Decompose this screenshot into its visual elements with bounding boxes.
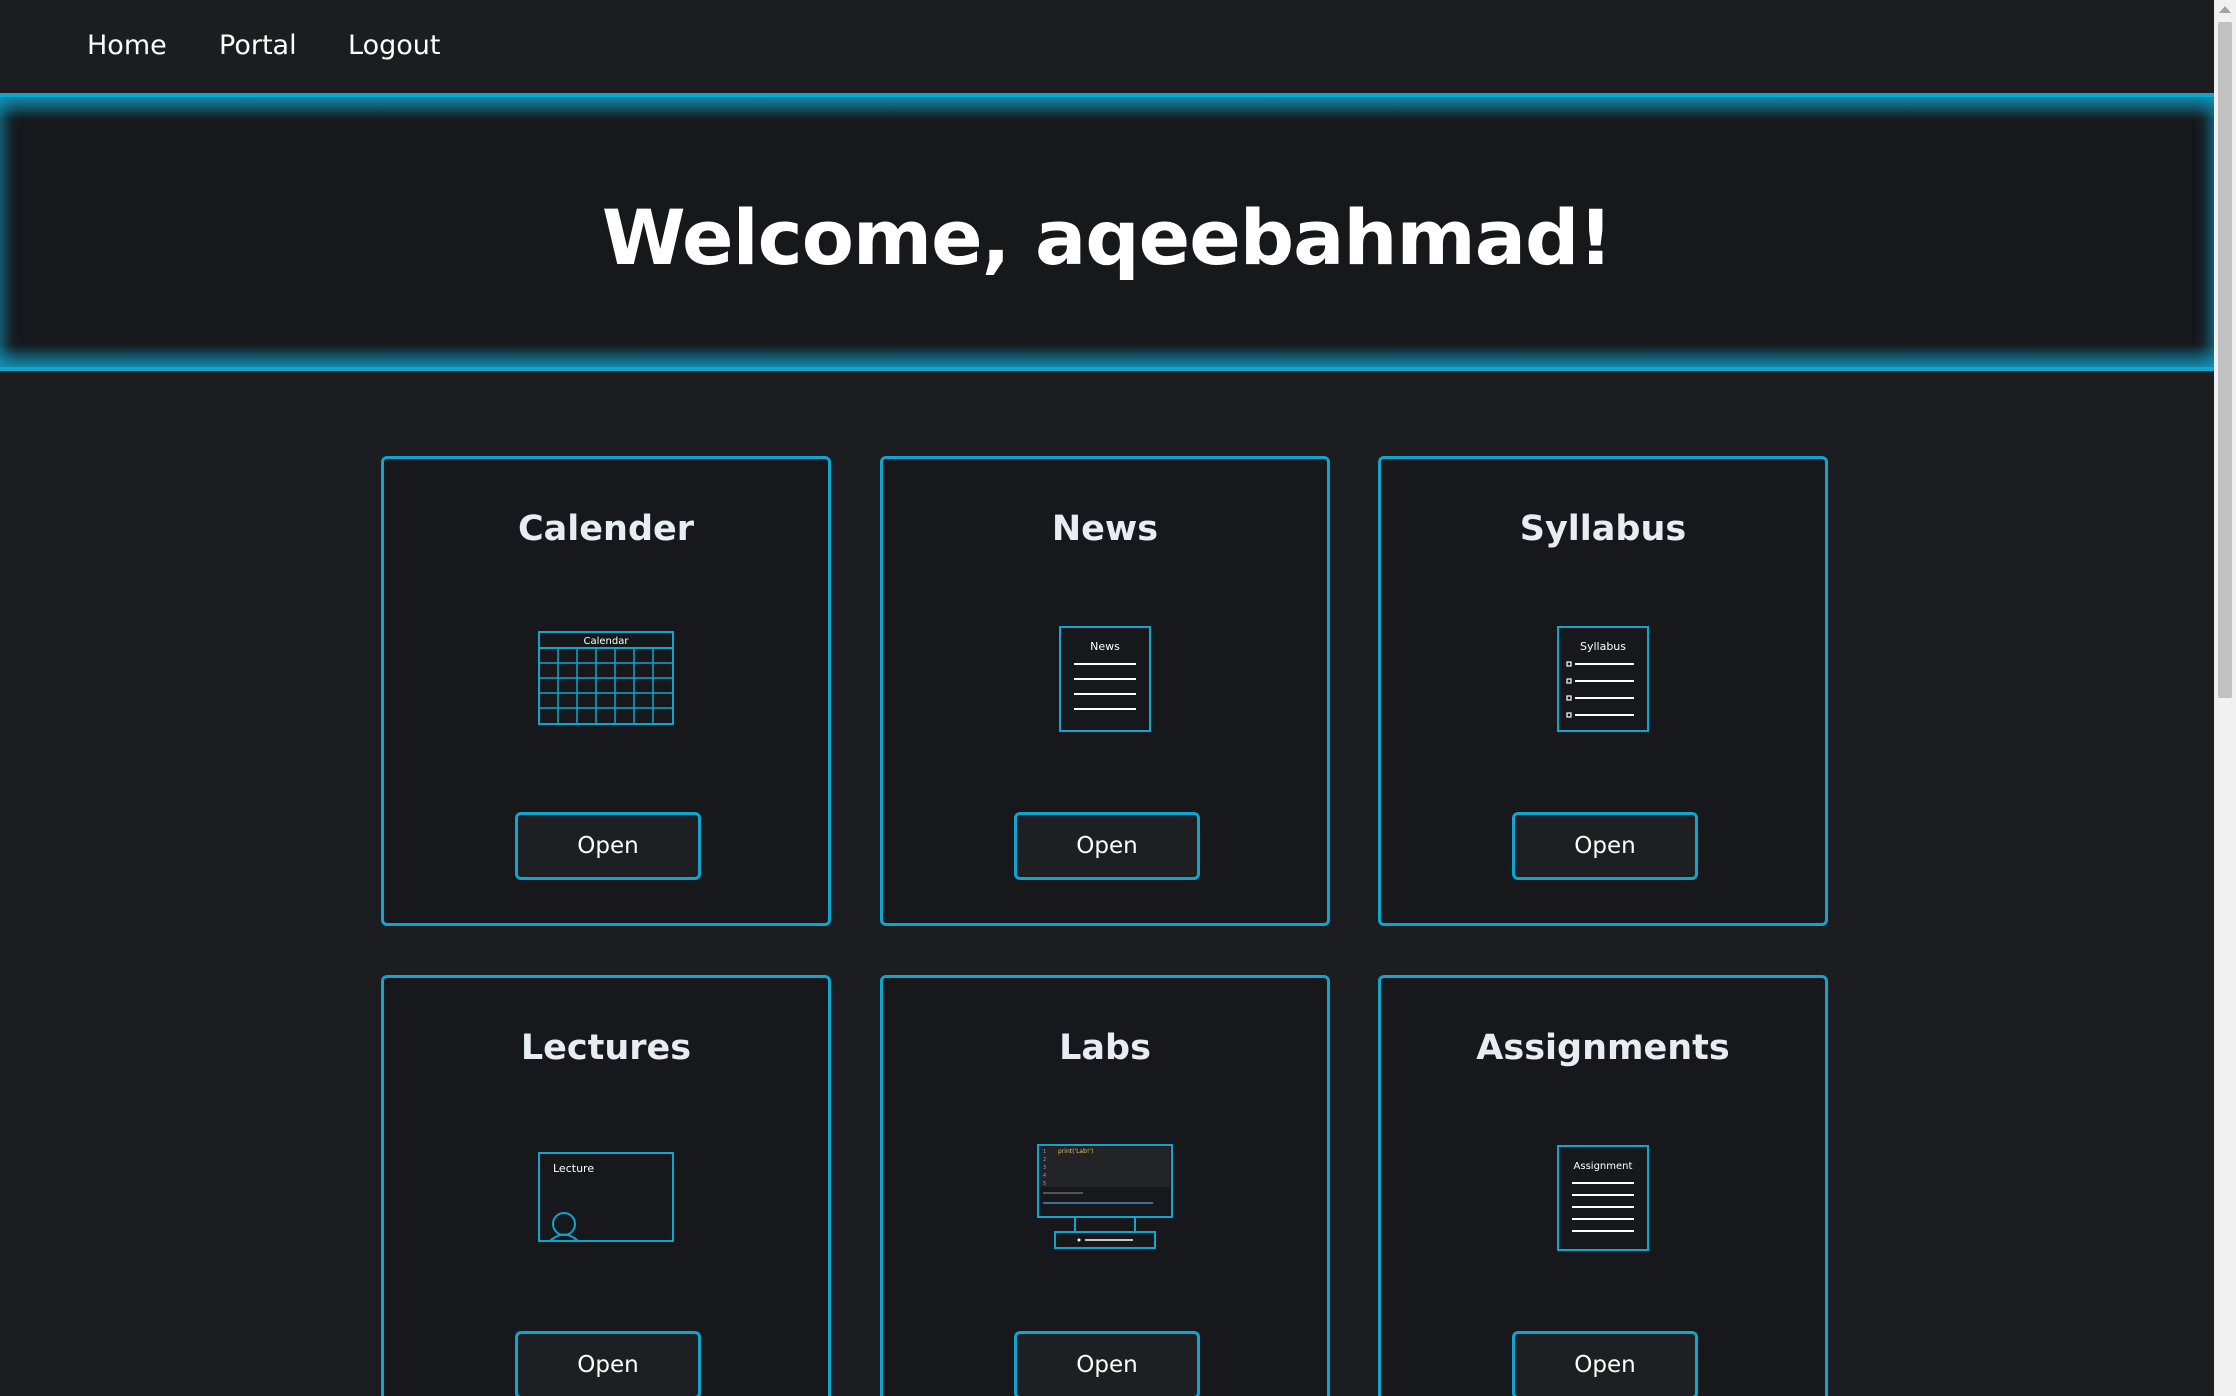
card-syllabus: Syllabus Syllabus Open — [1378, 456, 1828, 926]
svg-text:2: 2 — [1043, 1157, 1046, 1163]
card-title: News — [1051, 509, 1159, 549]
lab-monitor-icon: 1 2 3 4 5 print('Lab!') — [883, 1138, 1327, 1258]
lecture-icon-label: Lecture — [553, 1162, 594, 1175]
lab-code-snippet: print('Lab!') — [1058, 1148, 1093, 1155]
scroll-up-arrow-icon[interactable] — [2219, 6, 2231, 13]
lecture-icon: Lecture — [384, 1138, 828, 1258]
nav-portal-link[interactable]: Portal — [219, 30, 297, 61]
news-icon: News — [883, 619, 1327, 739]
card-news: News News Open — [880, 456, 1330, 926]
card-calender: Calender Calendar Open — [381, 456, 831, 926]
card-title: Calender — [517, 509, 694, 549]
syllabus-icon: Syllabus — [1381, 619, 1825, 739]
card-title: Labs — [1059, 1028, 1151, 1068]
calendar-icon-label: Calendar — [584, 636, 630, 647]
nav-logout-link[interactable]: Logout — [348, 30, 440, 61]
calendar-icon: Calendar — [384, 619, 828, 739]
page: Home Portal Logout Welcome, aqeebahmad! … — [0, 0, 2236, 1396]
banner-glow-top — [0, 97, 2214, 119]
page-scrollbar[interactable] — [2214, 0, 2236, 1396]
assignment-icon-label: Assignment — [1574, 1161, 1633, 1172]
welcome-heading: Welcome, aqeebahmad! — [601, 193, 1613, 282]
card-assignments: Assignments Assignment Open — [1378, 975, 1828, 1396]
svg-text:3: 3 — [1043, 1165, 1046, 1171]
card-labs: Labs 1 2 3 4 5 print('Lab!') Open — [880, 975, 1330, 1396]
open-syllabus-button[interactable]: Open — [1512, 812, 1698, 880]
svg-text:1: 1 — [1043, 1149, 1046, 1155]
card-lectures: Lectures Lecture Open — [381, 975, 831, 1396]
welcome-banner: Welcome, aqeebahmad! — [0, 93, 2214, 371]
open-assignments-button[interactable]: Open — [1512, 1331, 1698, 1396]
open-lectures-button[interactable]: Open — [515, 1331, 701, 1396]
syllabus-icon-label: Syllabus — [1580, 640, 1626, 653]
scrollbar-thumb[interactable] — [2218, 22, 2232, 698]
top-navbar: Home Portal Logout — [0, 0, 2214, 93]
card-title: Assignments — [1476, 1028, 1730, 1068]
nav-home-link[interactable]: Home — [87, 30, 167, 61]
banner-glow-bottom — [0, 345, 2214, 367]
card-title: Lectures — [520, 1028, 692, 1068]
assignment-icon: Assignment — [1381, 1138, 1825, 1258]
open-calender-button[interactable]: Open — [515, 812, 701, 880]
svg-text:4: 4 — [1043, 1173, 1046, 1179]
open-news-button[interactable]: Open — [1014, 812, 1200, 880]
card-title: Syllabus — [1519, 509, 1687, 549]
svg-text:5: 5 — [1043, 1181, 1046, 1187]
news-icon-label: News — [1090, 640, 1120, 653]
open-labs-button[interactable]: Open — [1014, 1331, 1200, 1396]
